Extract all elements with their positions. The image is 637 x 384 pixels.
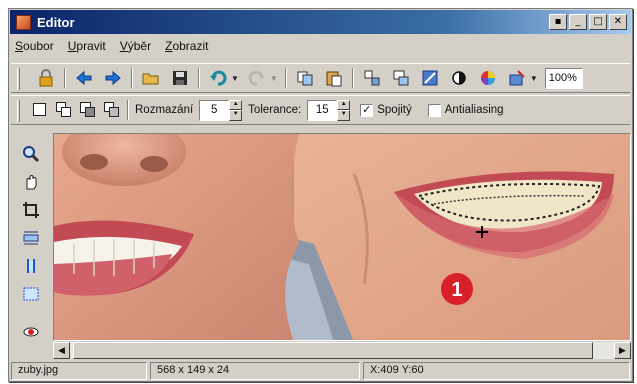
scroll-right-button[interactable]: ▶ <box>614 342 631 359</box>
effects-icon[interactable] <box>419 67 441 89</box>
new-selection-icon[interactable] <box>31 101 49 119</box>
antialias-checkbox[interactable] <box>427 103 441 117</box>
rotate-icon[interactable] <box>361 67 383 89</box>
tolerance-down-button[interactable]: ▼ <box>337 110 351 121</box>
copy-icon[interactable] <box>294 67 316 89</box>
window-controls: ▪ _ □ ✕ <box>549 14 627 30</box>
feather-down-button[interactable]: ▼ <box>229 110 243 121</box>
resize-icon[interactable] <box>390 67 412 89</box>
subtract-selection-icon[interactable] <box>79 101 97 119</box>
menu-zobrazit[interactable]: Zobrazit <box>165 39 208 57</box>
restore-button[interactable]: ▪ <box>549 14 567 30</box>
toolbar-separator <box>131 68 133 88</box>
save-icon[interactable] <box>169 67 191 89</box>
add-selection-icon[interactable] <box>55 101 73 119</box>
status-cursor-position: X:409 Y:60 <box>363 362 630 380</box>
title-bar[interactable]: Editor ▪ _ □ ✕ <box>10 10 631 34</box>
filter-dropdown-icon[interactable]: ▼ <box>530 74 538 83</box>
feather-stepper[interactable]: 5 ▲ ▼ <box>199 99 243 121</box>
toolbar-grip[interactable] <box>17 100 20 122</box>
menu-bar: Soubor Upravit Výběr Zobrazit <box>15 39 208 57</box>
contrast-icon[interactable] <box>448 67 470 89</box>
open-folder-icon[interactable] <box>140 67 162 89</box>
status-bar: zuby.jpg 568 x 149 x 24 X:409 Y:60 <box>11 362 630 380</box>
straighten-tool-icon[interactable] <box>20 227 42 249</box>
zoom-input[interactable]: 100% <box>544 67 583 89</box>
toolbar-separator <box>127 100 129 120</box>
app-icon <box>16 14 31 30</box>
step-marker-number: 1 <box>451 279 462 301</box>
toolbar-separator <box>64 68 66 88</box>
image-canvas[interactable]: 1 <box>53 133 631 341</box>
tolerance-value[interactable]: 15 <box>307 99 338 121</box>
menu-vyber[interactable]: Výběr <box>120 39 151 57</box>
main-toolbar: ▼ ▼ ▼ 100% <box>11 63 630 93</box>
photo: 1 <box>54 134 630 340</box>
horizontal-scrollbar[interactable]: ◀ ▶ <box>53 342 631 359</box>
color-wheel-icon[interactable] <box>477 67 499 89</box>
maximize-button[interactable]: □ <box>589 14 607 30</box>
menu-upravit[interactable]: Upravit <box>68 39 106 57</box>
selection-toolbar: Rozmazání 5 ▲ ▼ Tolerance: 15 ▲ ▼ ✓ Spoj… <box>11 95 630 125</box>
filter-icon[interactable] <box>506 67 528 89</box>
undo-dropdown-icon[interactable]: ▼ <box>231 74 239 83</box>
close-button[interactable]: ✕ <box>609 14 627 30</box>
tool-palette <box>11 133 51 361</box>
paste-icon[interactable] <box>323 67 345 89</box>
tolerance-label: Tolerance: <box>248 104 302 116</box>
back-arrow-icon[interactable] <box>73 67 95 89</box>
editor-window: Editor ▪ _ □ ✕ Soubor Upravit Výběr Zobr… <box>8 8 633 382</box>
status-filename: zuby.jpg <box>11 362 147 380</box>
window-title: Editor <box>37 14 75 30</box>
tolerance-up-button[interactable]: ▲ <box>337 99 351 110</box>
menu-soubor[interactable]: Soubor <box>15 39 54 57</box>
antialias-label: Antialiasing <box>444 104 504 116</box>
contiguous-option[interactable]: ✓ Spojitý <box>360 103 412 117</box>
red-eye-tool-icon[interactable] <box>20 321 42 343</box>
lock-icon[interactable] <box>35 67 57 89</box>
feather-value[interactable]: 5 <box>199 99 230 121</box>
contiguous-checkbox[interactable]: ✓ <box>360 103 374 117</box>
crop-tool-icon[interactable] <box>20 199 42 221</box>
redo-icon[interactable] <box>246 67 268 89</box>
minimize-button[interactable]: _ <box>569 14 587 30</box>
toolbar-separator <box>284 68 287 88</box>
redo-dropdown-icon[interactable]: ▼ <box>270 74 278 83</box>
undo-icon[interactable] <box>207 67 229 89</box>
feather-up-button[interactable]: ▲ <box>229 99 243 110</box>
toolbar-separator <box>198 68 200 88</box>
hand-tool-icon[interactable] <box>20 171 42 193</box>
scroll-left-button[interactable]: ◀ <box>53 342 70 359</box>
forward-arrow-icon[interactable] <box>102 67 124 89</box>
toolbar-separator <box>351 68 354 88</box>
intersect-selection-icon[interactable] <box>103 101 121 119</box>
toolbar-grip[interactable] <box>17 68 20 90</box>
antialias-option[interactable]: Antialiasing <box>427 103 504 117</box>
contiguous-label: Spojitý <box>377 104 412 116</box>
scroll-thumb[interactable] <box>73 342 593 359</box>
feather-label: Rozmazání <box>135 104 194 116</box>
vertical-select-icon[interactable] <box>20 255 42 277</box>
tolerance-stepper[interactable]: 15 ▲ ▼ <box>307 99 351 121</box>
rect-select-icon[interactable] <box>20 283 42 305</box>
status-image-info: 568 x 149 x 24 <box>150 362 360 380</box>
zoom-tool-icon[interactable] <box>20 143 42 165</box>
